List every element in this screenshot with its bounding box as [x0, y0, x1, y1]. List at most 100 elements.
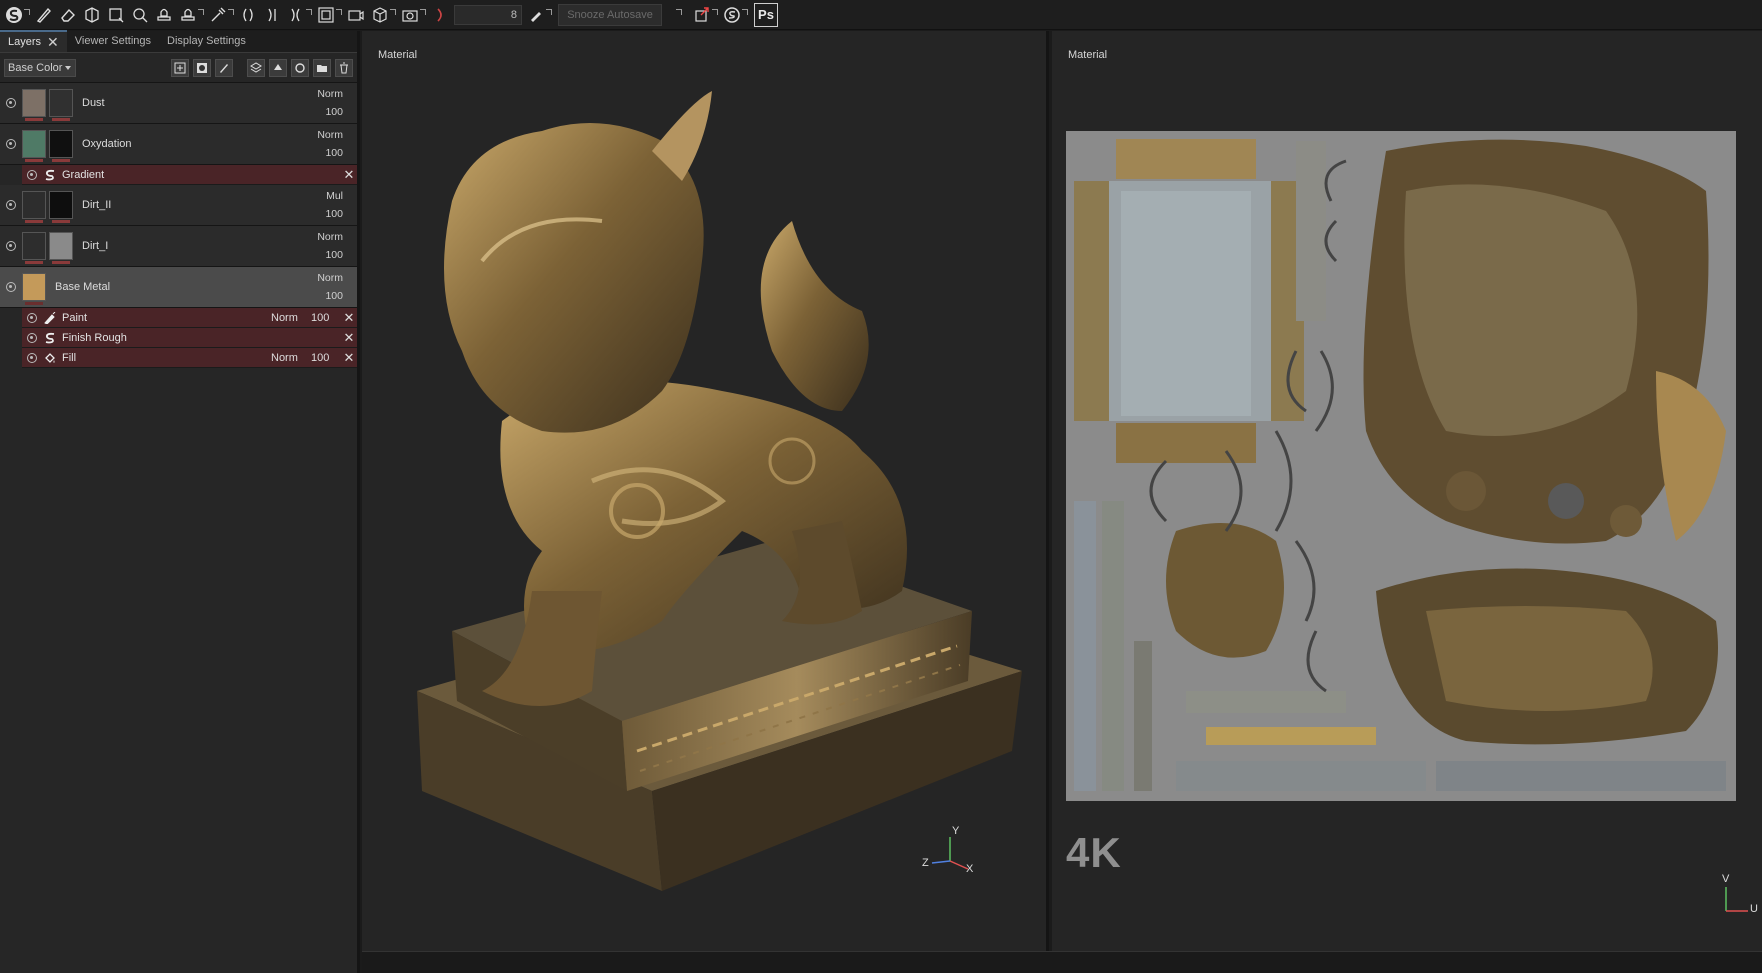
symmetry-mirror-icon[interactable] — [260, 3, 284, 27]
paint-brush-icon[interactable] — [32, 3, 56, 27]
layer-mask-thumb — [49, 232, 73, 264]
blend-mode[interactable]: Norm — [271, 352, 311, 364]
visibility-eye-icon[interactable] — [0, 282, 22, 292]
tab-layers[interactable]: Layers ✕ — [0, 30, 67, 52]
autosave-link-icon[interactable] — [666, 3, 690, 27]
polygon-fill-icon[interactable] — [104, 3, 128, 27]
blend-mode[interactable]: Norm — [307, 269, 343, 287]
opacity-value[interactable]: 100 — [311, 312, 341, 324]
effect-name: Fill — [62, 351, 77, 364]
layer-base-metal[interactable]: Base Metal Norm 100 — [0, 267, 357, 308]
effect-gradient[interactable]: Gradient ✕ — [22, 165, 357, 185]
substance-share-icon[interactable] — [720, 3, 748, 27]
projection-icon[interactable] — [80, 3, 104, 27]
opacity-value[interactable]: 100 — [307, 144, 343, 162]
fill-icon — [42, 352, 58, 364]
foo-dog-sculpture — [417, 91, 1022, 891]
blend-mode[interactable]: Norm — [307, 126, 343, 144]
eraser-icon[interactable] — [56, 3, 80, 27]
layer-name: Base Metal — [55, 281, 111, 293]
axis-v-label: V — [1722, 873, 1730, 885]
viewport-3d[interactable]: Material Y X Z — [362, 31, 1049, 951]
opacity-value[interactable]: 100 — [307, 205, 343, 223]
layer-name: Dirt_II — [82, 199, 112, 211]
brush-size-field[interactable]: 8 — [454, 4, 522, 25]
symmetry-icon[interactable] — [236, 3, 260, 27]
visibility-eye-icon[interactable] — [0, 241, 22, 251]
axis-y-label: Y — [952, 825, 960, 837]
duplicate-layer-icon[interactable] — [291, 58, 309, 77]
blend-mode[interactable]: Norm — [271, 312, 311, 324]
remove-effect-icon[interactable]: ✕ — [341, 310, 357, 326]
substance-logo-icon[interactable] — [2, 3, 30, 27]
blend-mode[interactable]: Mul — [307, 187, 343, 205]
visibility-eye-icon[interactable] — [22, 352, 42, 363]
tab-viewer-settings[interactable]: Viewer Settings — [67, 30, 159, 52]
layer-mask-thumb — [49, 89, 73, 121]
visibility-eye-icon[interactable] — [22, 169, 42, 180]
effect-finish-rough[interactable]: Finish Rough ✕ — [22, 328, 357, 348]
layer-name: Oxydation — [82, 138, 132, 150]
uv-stamp-icon[interactable] — [176, 3, 204, 27]
blend-mode[interactable]: Norm — [307, 228, 343, 246]
opacity-value[interactable]: 100 — [307, 103, 343, 121]
opacity-value[interactable]: 100 — [307, 246, 343, 264]
clone-stamp-icon[interactable] — [152, 3, 176, 27]
photoshop-button[interactable]: Ps — [754, 2, 778, 27]
uv-axis-gizmo: V U — [1720, 873, 1760, 917]
effect-fill[interactable]: Fill Norm 100 ✕ — [22, 348, 357, 368]
resolution-label: 4K — [1066, 829, 1122, 876]
axis-u-label: U — [1750, 903, 1758, 915]
add-layer-icon[interactable] — [269, 58, 287, 77]
render-icon[interactable] — [428, 3, 452, 27]
visibility-eye-icon[interactable] — [22, 312, 42, 323]
add-effect-icon[interactable] — [171, 58, 189, 77]
layer-dirt-ii[interactable]: Dirt_II Mul 100 — [0, 185, 357, 226]
export-icon[interactable] — [690, 3, 718, 27]
screenshot-icon[interactable] — [398, 3, 426, 27]
opacity-value[interactable]: 100 — [307, 287, 343, 305]
camera-icon[interactable] — [344, 3, 368, 27]
visibility-eye-icon[interactable] — [0, 139, 22, 149]
remove-effect-icon[interactable]: ✕ — [341, 350, 357, 366]
viewport-2d[interactable]: Material 4K V U — [1052, 31, 1762, 951]
layer-dust[interactable]: Dust Norm 100 — [0, 83, 357, 124]
effect-paint[interactable]: Paint Norm 100 ✕ — [22, 308, 357, 328]
pen-pressure-icon[interactable] — [524, 3, 552, 27]
remove-effect-icon[interactable]: ✕ — [341, 167, 357, 183]
add-fill-layer-icon[interactable] — [247, 58, 265, 77]
add-mask-icon[interactable] — [193, 58, 211, 77]
substance-icon — [42, 169, 58, 181]
opacity-value[interactable]: 100 — [311, 352, 341, 364]
tab-layers-label: Layers — [8, 36, 42, 48]
viewport-2d-label: Material — [1068, 49, 1108, 61]
grid-view-icon[interactable] — [314, 3, 342, 27]
cube-view-icon[interactable] — [368, 3, 396, 27]
panel-tabs: Layers ✕ Viewer Settings Display Settings — [0, 30, 357, 53]
close-icon[interactable]: ✕ — [47, 32, 59, 52]
uv-texture-map — [1066, 131, 1736, 801]
channel-dropdown[interactable]: Base Color — [4, 58, 76, 77]
visibility-eye-icon[interactable] — [22, 332, 42, 343]
symmetry-radial-icon[interactable] — [284, 3, 312, 27]
effect-name: Paint — [62, 311, 88, 324]
layer-oxydation[interactable]: Oxydation Norm 100 — [0, 124, 357, 165]
layers-panel: Layers ✕ Viewer Settings Display Settings… — [0, 30, 360, 973]
layer-folder-thumb — [22, 273, 46, 305]
tab-display-settings[interactable]: Display Settings — [159, 30, 254, 52]
layer-color-thumb — [22, 191, 46, 223]
layer-color-thumb — [22, 89, 46, 121]
layer-color-thumb — [22, 130, 46, 162]
snooze-autosave-button[interactable]: Snooze Autosave — [558, 3, 662, 26]
blend-mode[interactable]: Norm — [307, 85, 343, 103]
add-folder-icon[interactable] — [313, 58, 331, 77]
smudge-icon[interactable] — [128, 3, 152, 27]
visibility-eye-icon[interactable] — [0, 98, 22, 108]
delete-layer-icon[interactable] — [335, 58, 353, 77]
remove-effect-icon[interactable]: ✕ — [341, 330, 357, 346]
main-toolbar: 8 Snooze Autosave Ps — [0, 0, 1762, 30]
layer-dirt-i[interactable]: Dirt_I Norm 100 — [0, 226, 357, 267]
color-picker-icon[interactable] — [206, 3, 234, 27]
add-paint-icon[interactable] — [215, 58, 233, 77]
visibility-eye-icon[interactable] — [0, 200, 22, 210]
